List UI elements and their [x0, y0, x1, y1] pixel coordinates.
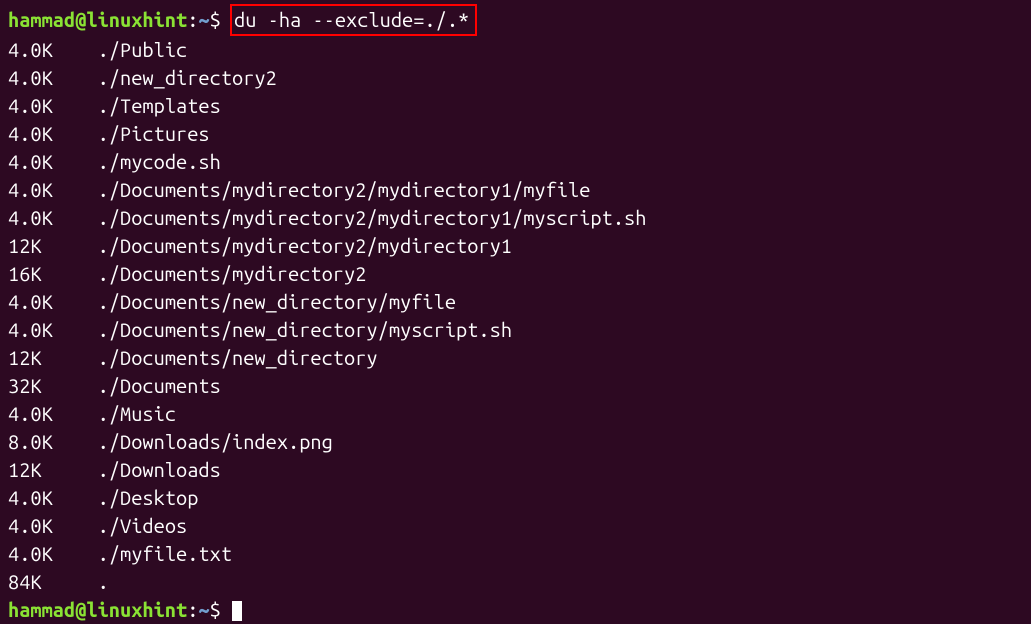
output-row: 84K . [8, 568, 1023, 596]
file-path: ./myfile.txt [98, 542, 232, 565]
file-path: ./Documents/mydirectory2 [98, 262, 367, 285]
output-row: 4.0K ./Desktop [8, 484, 1023, 512]
file-size: 4.0K [8, 400, 53, 428]
prompt-line[interactable]: hammad@linuxhint:~$ [8, 596, 1023, 624]
output-row: 4.0K ./Documents/new_directory/myfile [8, 288, 1023, 316]
output-row: 4.0K ./Documents/mydirectory2/mydirector… [8, 204, 1023, 232]
output-row: 4.0K ./Music [8, 400, 1023, 428]
file-size: 4.0K [8, 176, 53, 204]
file-size: 4.0K [8, 204, 53, 232]
file-size: 12K [8, 232, 42, 260]
output-row: 4.0K ./new_directory2 [8, 64, 1023, 92]
prompt-dollar: $ [210, 598, 221, 621]
prompt-user: hammad@linuxhint [8, 8, 187, 31]
file-size: 32K [8, 372, 42, 400]
file-path: ./new_directory2 [98, 66, 277, 89]
file-size: 4.0K [8, 484, 53, 512]
output-row: 4.0K ./Documents/mydirectory2/mydirector… [8, 176, 1023, 204]
command-highlight-box: du -ha --exclude=./.* [230, 4, 477, 36]
file-path: ./Documents/new_directory [98, 346, 378, 369]
file-size: 4.0K [8, 148, 53, 176]
prompt-user: hammad@linuxhint [8, 598, 187, 621]
file-size: 8.0K [8, 428, 53, 456]
file-path: ./Music [98, 402, 176, 425]
file-path: ./Pictures [98, 122, 210, 145]
output-row: 12K ./Downloads [8, 456, 1023, 484]
file-size: 4.0K [8, 92, 53, 120]
file-path: ./Videos [98, 514, 188, 537]
file-path: ./Templates [98, 94, 221, 117]
file-size: 4.0K [8, 288, 53, 316]
file-path: ./Documents [98, 374, 221, 397]
output-row: 16K ./Documents/mydirectory2 [8, 260, 1023, 288]
file-path: ./Documents/mydirectory2/mydirectory1/my… [98, 178, 591, 201]
output-row: 4.0K ./myfile.txt [8, 540, 1023, 568]
output-row: 4.0K ./Public [8, 36, 1023, 64]
output-row: 12K ./Documents/mydirectory2/mydirectory… [8, 232, 1023, 260]
file-path: ./Downloads [98, 458, 221, 481]
command-text: du -ha --exclude=./.* [234, 8, 469, 31]
file-path: ./Downloads/index.png [98, 430, 333, 453]
file-size: 4.0K [8, 540, 53, 568]
prompt-path: ~ [198, 598, 209, 621]
file-size: 12K [8, 456, 42, 484]
file-size: 4.0K [8, 36, 53, 64]
output-row: 12K ./Documents/new_directory [8, 344, 1023, 372]
output-row: 4.0K ./mycode.sh [8, 148, 1023, 176]
prompt-colon: : [187, 8, 198, 31]
file-path: ./Documents/mydirectory2/mydirectory1 [98, 234, 512, 257]
command-line: hammad@linuxhint:~$ du -ha --exclude=./.… [8, 4, 1023, 36]
file-size: 16K [8, 260, 42, 288]
prompt-path: ~ [198, 8, 209, 31]
file-path: ./Public [98, 38, 188, 61]
prompt-colon: : [187, 598, 198, 621]
file-path: ./Desktop [98, 486, 199, 509]
output-row: 4.0K ./Documents/new_directory/myscript.… [8, 316, 1023, 344]
file-path: ./mycode.sh [98, 150, 221, 173]
file-path: ./Documents/new_directory/myscript.sh [98, 318, 512, 341]
file-size: 84K [8, 568, 42, 596]
file-size: 4.0K [8, 64, 53, 92]
terminal-output: hammad@linuxhint:~$ du -ha --exclude=./.… [8, 4, 1023, 624]
file-size: 4.0K [8, 120, 53, 148]
file-path: ./Documents/mydirectory2/mydirectory1/my… [98, 206, 647, 229]
output-row: 4.0K ./Templates [8, 92, 1023, 120]
output-row: 32K ./Documents [8, 372, 1023, 400]
output-row: 4.0K ./Videos [8, 512, 1023, 540]
file-size: 12K [8, 344, 42, 372]
output-row: 4.0K ./Pictures [8, 120, 1023, 148]
file-size: 4.0K [8, 512, 53, 540]
file-size: 4.0K [8, 316, 53, 344]
prompt-dollar: $ [210, 8, 221, 31]
output-row: 8.0K ./Downloads/index.png [8, 428, 1023, 456]
file-path: ./Documents/new_directory/myfile [98, 290, 456, 313]
cursor-icon [232, 601, 242, 621]
